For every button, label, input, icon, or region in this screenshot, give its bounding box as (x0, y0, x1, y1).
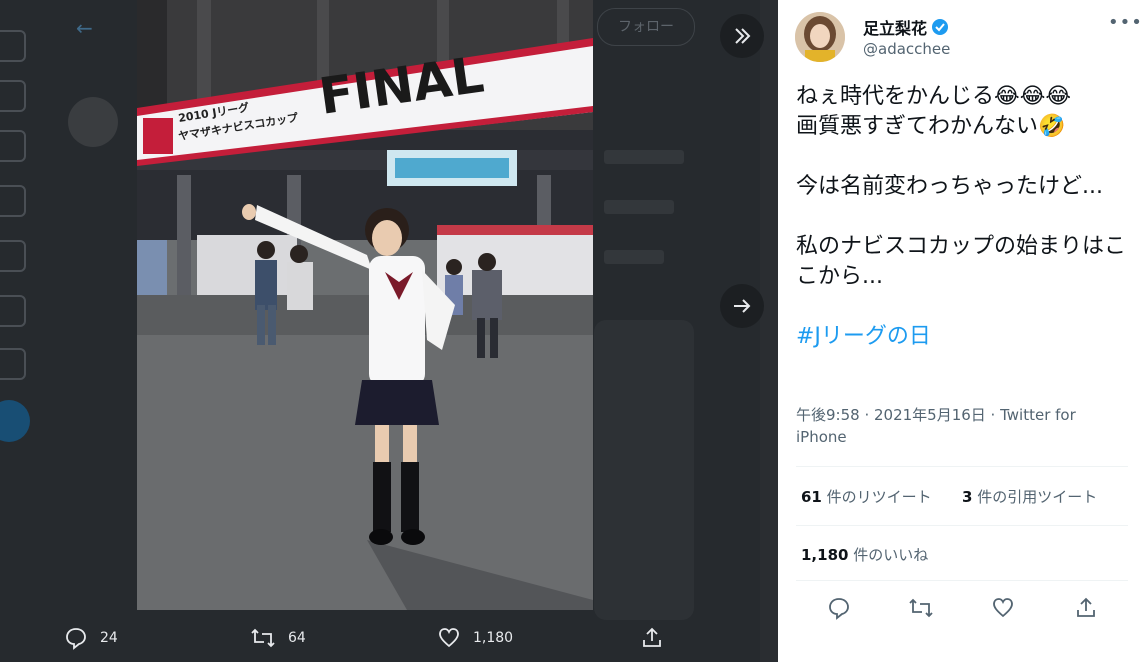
stadium-photo-illustration: 2010 Jリーグ ヤマザキナビスコカップ FINAL (137, 0, 593, 610)
home-icon (0, 80, 26, 112)
share-icon (643, 627, 661, 647)
more-nav-icon (0, 348, 26, 380)
likes-number: 1,180 (801, 546, 849, 564)
reply-icon (66, 628, 86, 650)
profile-icon (0, 295, 26, 327)
panel-retweet-button[interactable] (908, 596, 933, 620)
back-arrow-icon: ← (76, 16, 93, 40)
tweet-line (796, 142, 1136, 172)
like-action[interactable]: 1,180 (437, 624, 513, 652)
retweets-label: 件のリツイート (826, 488, 932, 506)
retweet-count: 64 (288, 630, 306, 646)
share-action[interactable] (640, 624, 676, 652)
tweet-detail-panel: 足立梨花 @adacchee ••• ねぇ時代をかんじる😂😂😂 画質悪すぎてわか… (778, 0, 1146, 662)
notifications-icon (0, 185, 26, 217)
tweet-line: 画質悪すぎてわかんない🤣 (796, 114, 1066, 139)
next-image-button[interactable] (720, 284, 764, 328)
twitter-logo-icon (0, 30, 26, 62)
background-text-line (604, 250, 664, 264)
follow-button: フォロー (597, 8, 695, 46)
tweet-line: ねぇ時代をかんじる😂😂😂 (796, 84, 1072, 109)
divider (796, 466, 1128, 467)
retweet-action[interactable]: 64 (250, 624, 306, 652)
retweets-stat[interactable]: 61 件のリツイート (801, 486, 932, 507)
more-options-icon[interactable]: ••• (1108, 12, 1143, 33)
tweet-line: 今は名前変わっちゃったけど... (796, 174, 1103, 199)
tweet-line (796, 292, 1136, 322)
background-avatar (68, 97, 118, 147)
like-count: 1,180 (473, 630, 514, 646)
quotes-number: 3 (962, 488, 973, 506)
collapse-panel-button[interactable] (720, 14, 764, 58)
share-icon (1077, 597, 1095, 617)
double-chevron-right-icon (735, 28, 751, 44)
likes-stat[interactable]: 1,180 件のいいね (801, 544, 928, 565)
avatar-image (795, 12, 845, 62)
background-card (594, 320, 694, 620)
retweets-number: 61 (801, 488, 822, 506)
background-text-line (604, 200, 674, 214)
quotes-stat[interactable]: 3 件の引用ツイート (962, 486, 1097, 507)
avatar[interactable] (795, 12, 845, 62)
tweet-photo[interactable]: 2010 Jリーグ ヤマザキナビスコカップ FINAL (137, 0, 593, 610)
messages-icon (0, 240, 26, 272)
divider (796, 525, 1128, 526)
heart-icon (993, 598, 1013, 618)
display-name[interactable]: 足立梨花 (863, 15, 949, 39)
likes-label: 件のいいね (853, 546, 929, 564)
verified-badge-icon (932, 19, 949, 35)
user-handle[interactable]: @adacchee (863, 40, 950, 58)
quotes-label: 件の引用ツイート (977, 488, 1098, 506)
explore-icon (0, 130, 26, 162)
panel-reply-button[interactable] (827, 596, 851, 620)
display-name-text: 足立梨花 (863, 19, 928, 38)
background-text-line (604, 150, 684, 164)
panel-share-button[interactable] (1074, 596, 1098, 620)
tweet-timestamp[interactable]: 午後9:58 · 2021年5月16日 · Twitter for iPhone (796, 404, 1126, 448)
retweet-icon (909, 598, 933, 618)
reply-action[interactable]: 24 (64, 624, 118, 652)
hashtag-link[interactable]: #Jリーグの日 (796, 322, 1136, 352)
tweet-line: 私のナビスコカップの始まりはここから... (796, 234, 1127, 289)
divider (796, 580, 1128, 581)
arrow-right-icon (734, 299, 751, 313)
background-sidebar (760, 0, 778, 662)
panel-like-button[interactable] (991, 596, 1015, 620)
compose-tweet-button (0, 400, 30, 442)
heart-icon (439, 628, 459, 648)
reply-count: 24 (100, 630, 118, 646)
tweet-text: ねぇ時代をかんじる😂😂😂 画質悪すぎてわかんない🤣 今は名前変わっちゃったけど.… (796, 82, 1136, 352)
reply-icon (829, 598, 849, 620)
tweet-line (796, 202, 1136, 232)
retweet-icon (251, 628, 275, 648)
